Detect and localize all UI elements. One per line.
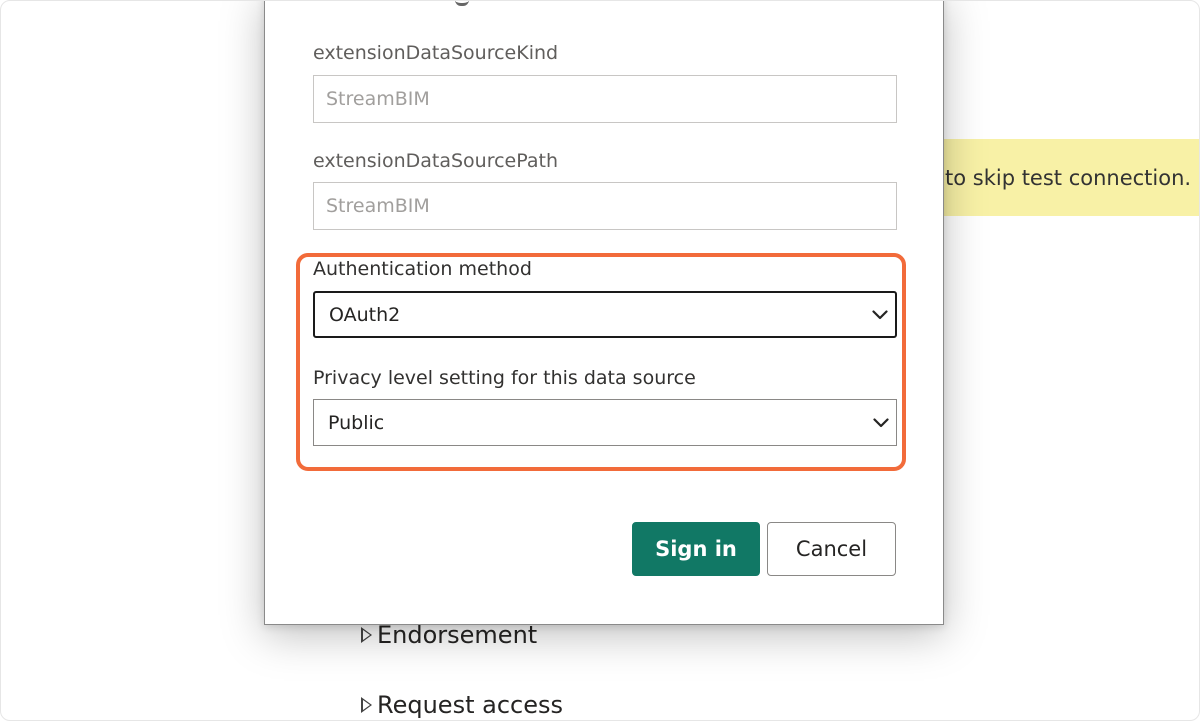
endorsement-section[interactable]: Endorsement xyxy=(361,621,537,649)
app-window: to skip test connection. Endorsement Req… xyxy=(0,0,1200,721)
privacy-level-value: Public xyxy=(328,411,385,434)
request-access-section[interactable]: Request access xyxy=(361,691,563,719)
path-input[interactable]: StreamBIM xyxy=(313,182,897,230)
clipped-title-glyph xyxy=(455,1,469,6)
privacy-level-label: Privacy level setting for this data sour… xyxy=(313,367,696,389)
triangle-right-icon xyxy=(361,697,372,713)
info-banner-text: to skip test connection. xyxy=(945,165,1192,190)
privacy-level-select[interactable]: Public xyxy=(313,399,897,446)
kind-label: extensionDataSourceKind xyxy=(313,42,559,64)
request-access-label: Request access xyxy=(377,691,563,719)
kind-input[interactable]: StreamBIM xyxy=(313,75,897,123)
auth-method-select[interactable]: OAuth2 xyxy=(313,291,897,338)
path-label: extensionDataSourcePath xyxy=(313,150,558,172)
endorsement-label: Endorsement xyxy=(377,621,538,649)
triangle-right-icon xyxy=(361,627,372,643)
chevron-down-icon xyxy=(872,414,890,432)
sign-in-button[interactable]: Sign in xyxy=(632,522,760,576)
auth-method-value: OAuth2 xyxy=(329,303,401,326)
chevron-down-icon xyxy=(871,306,889,324)
info-banner: to skip test connection. xyxy=(931,139,1199,216)
cancel-button[interactable]: Cancel xyxy=(767,522,896,576)
auth-method-label: Authentication method xyxy=(313,258,532,280)
